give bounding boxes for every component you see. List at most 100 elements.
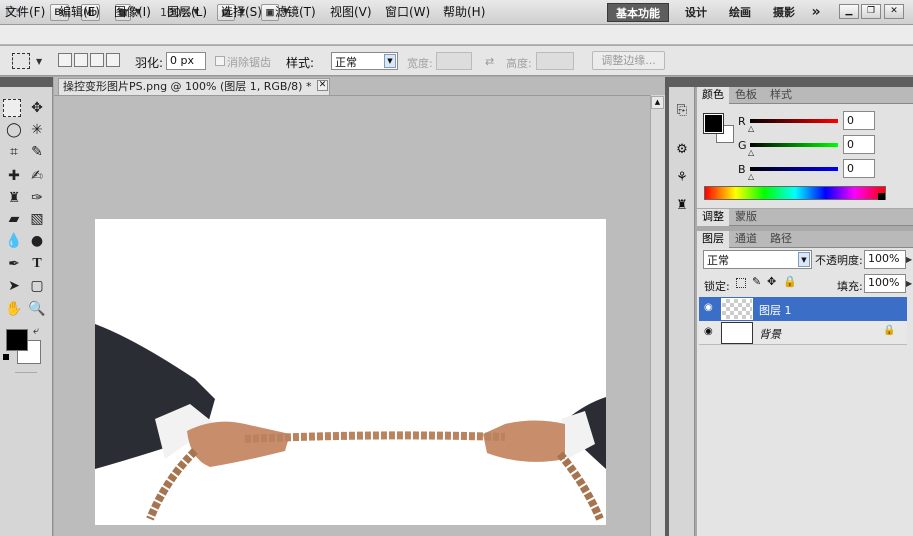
menu-layer[interactable]: 图层(L): [167, 3, 207, 20]
slider-thumb-icon[interactable]: △: [748, 148, 754, 157]
zoom-tool-icon[interactable]: 🔍: [26, 299, 48, 319]
toolbox-header[interactable]: [0, 77, 53, 87]
fill-slider-icon[interactable]: ▶: [906, 274, 912, 293]
magic-wand-tool-icon[interactable]: ✳: [26, 120, 48, 140]
blue-value-input[interactable]: 0: [843, 159, 875, 178]
height-input[interactable]: [536, 52, 574, 70]
lock-position-icon[interactable]: ✥: [767, 275, 776, 288]
layer-name[interactable]: 背景: [759, 326, 781, 342]
layer-name[interactable]: 图层 1: [759, 302, 792, 318]
tab-paths[interactable]: 路径: [765, 231, 797, 248]
menu-image[interactable]: 图像(I): [114, 3, 151, 20]
lock-all-icon[interactable]: 🔒: [783, 275, 797, 288]
green-value-input[interactable]: 0: [843, 135, 875, 154]
move-tool-icon[interactable]: ✥: [26, 98, 48, 118]
eyedropper-tool-icon[interactable]: ✎: [26, 142, 48, 162]
swap-colors-icon[interactable]: ⤶: [33, 324, 39, 338]
add-to-selection-icon[interactable]: [74, 53, 88, 67]
history-panel-icon[interactable]: ⎘: [672, 101, 692, 121]
tab-adjustments[interactable]: 调整: [697, 209, 729, 226]
image-canvas[interactable]: [95, 219, 606, 525]
red-value-input[interactable]: 0: [843, 111, 875, 130]
close-icon[interactable]: ✕: [317, 80, 328, 91]
hand-tool-icon[interactable]: ✋: [3, 299, 25, 319]
refine-edge-button[interactable]: 调整边缘...: [592, 51, 665, 70]
brush-tool-icon[interactable]: ✍: [26, 166, 48, 186]
default-colors-icon[interactable]: [3, 354, 9, 360]
blue-slider[interactable]: [750, 167, 838, 171]
brush-presets-icon[interactable]: ⚙: [672, 140, 692, 160]
workspace-design[interactable]: 设计: [676, 3, 716, 22]
layer-row-background[interactable]: ◉ 背景 🔒: [699, 321, 907, 345]
menu-view[interactable]: 视图(V): [330, 3, 372, 20]
restore-icon[interactable]: ❐: [861, 4, 881, 19]
red-slider[interactable]: [750, 119, 838, 123]
black-chip[interactable]: [878, 193, 885, 200]
vertical-scrollbar[interactable]: [650, 95, 665, 536]
layer-row-layer-1[interactable]: ◉ 图层 1: [699, 297, 907, 321]
tab-channels[interactable]: 通道: [730, 231, 762, 248]
rectangular-marquee-tool-icon[interactable]: [3, 99, 21, 117]
marquee-preset-icon[interactable]: [12, 53, 30, 69]
more-workspaces-icon[interactable]: »: [806, 3, 826, 22]
lock-transparency-icon[interactable]: [736, 278, 746, 288]
slider-thumb-icon[interactable]: △: [748, 124, 754, 133]
color-spectrum[interactable]: [704, 186, 886, 200]
scroll-up-icon[interactable]: ▲: [651, 96, 664, 109]
clone-stamp-tool-icon[interactable]: ♜: [3, 188, 25, 208]
gradient-tool-icon[interactable]: ▧: [26, 209, 48, 229]
fill-input[interactable]: 100%: [864, 274, 906, 293]
tab-swatches[interactable]: 色板: [730, 87, 762, 104]
feather-input[interactable]: 0 px: [166, 52, 206, 70]
opacity-input[interactable]: 100%: [864, 250, 906, 269]
path-selection-tool-icon[interactable]: ➤: [3, 276, 25, 296]
tab-color[interactable]: 颜色: [697, 87, 729, 104]
lock-pixels-icon[interactable]: ✎: [752, 275, 761, 288]
menu-help[interactable]: 帮助(H): [443, 3, 485, 20]
menu-edit[interactable]: 编辑(E): [59, 3, 100, 20]
eraser-tool-icon[interactable]: ▰: [3, 209, 25, 229]
new-selection-icon[interactable]: [58, 53, 72, 67]
intersect-selection-icon[interactable]: [106, 53, 120, 67]
workspace-essentials[interactable]: 基本功能: [607, 3, 669, 22]
workspace-painting[interactable]: 绘画: [720, 3, 760, 22]
eye-icon[interactable]: ◉: [704, 302, 713, 313]
healing-brush-tool-icon[interactable]: ✚: [3, 166, 25, 186]
opacity-slider-icon[interactable]: ▶: [906, 250, 912, 269]
chevron-down-icon[interactable]: ▼: [36, 57, 42, 66]
slider-thumb-icon[interactable]: △: [748, 172, 754, 181]
menu-window[interactable]: 窗口(W): [385, 3, 430, 20]
foreground-color-chip[interactable]: [703, 113, 724, 134]
menu-file[interactable]: 文件(F): [5, 3, 45, 20]
workspace-photography[interactable]: 摄影: [764, 3, 804, 22]
document-tab[interactable]: 操控变形图片PS.png @ 100% (图层 1, RGB/8) *: [58, 78, 330, 95]
subtract-selection-icon[interactable]: [90, 53, 104, 67]
style-select[interactable]: 正常 ▼: [331, 52, 398, 70]
green-slider[interactable]: [750, 143, 838, 147]
type-tool-icon[interactable]: T: [26, 254, 48, 274]
clone-source-icon[interactable]: ⚘: [672, 168, 692, 188]
tab-masks[interactable]: 蒙版: [730, 209, 762, 226]
shape-tool-icon[interactable]: ▢: [26, 276, 48, 296]
antialias-checkbox[interactable]: [215, 56, 225, 66]
menu-select[interactable]: 选择(S): [221, 3, 262, 20]
width-input[interactable]: [436, 52, 472, 70]
quick-mask-icon[interactable]: [15, 372, 37, 374]
blur-tool-icon[interactable]: 💧: [3, 231, 25, 251]
tab-layers[interactable]: 图层: [697, 231, 729, 248]
history-brush-tool-icon[interactable]: ✑: [26, 188, 48, 208]
panels-header[interactable]: [695, 77, 913, 87]
lasso-tool-icon[interactable]: ◯: [3, 120, 25, 140]
swap-icon[interactable]: ⇄: [485, 55, 494, 68]
close-icon[interactable]: ✕: [884, 4, 904, 19]
eye-icon[interactable]: ◉: [704, 326, 713, 337]
foreground-color-swatch[interactable]: [6, 329, 28, 351]
tab-styles[interactable]: 样式: [765, 87, 797, 104]
stamp-panel-icon[interactable]: ♜: [672, 196, 692, 216]
pen-tool-icon[interactable]: ✒: [3, 254, 25, 274]
blend-mode-select[interactable]: 正常 ▼: [703, 250, 812, 269]
crop-tool-icon[interactable]: ⌗: [3, 142, 25, 162]
dodge-tool-icon[interactable]: ●: [26, 231, 48, 251]
menu-filter[interactable]: 滤镜(T): [275, 3, 316, 20]
minimize-icon[interactable]: ▁: [839, 4, 859, 19]
